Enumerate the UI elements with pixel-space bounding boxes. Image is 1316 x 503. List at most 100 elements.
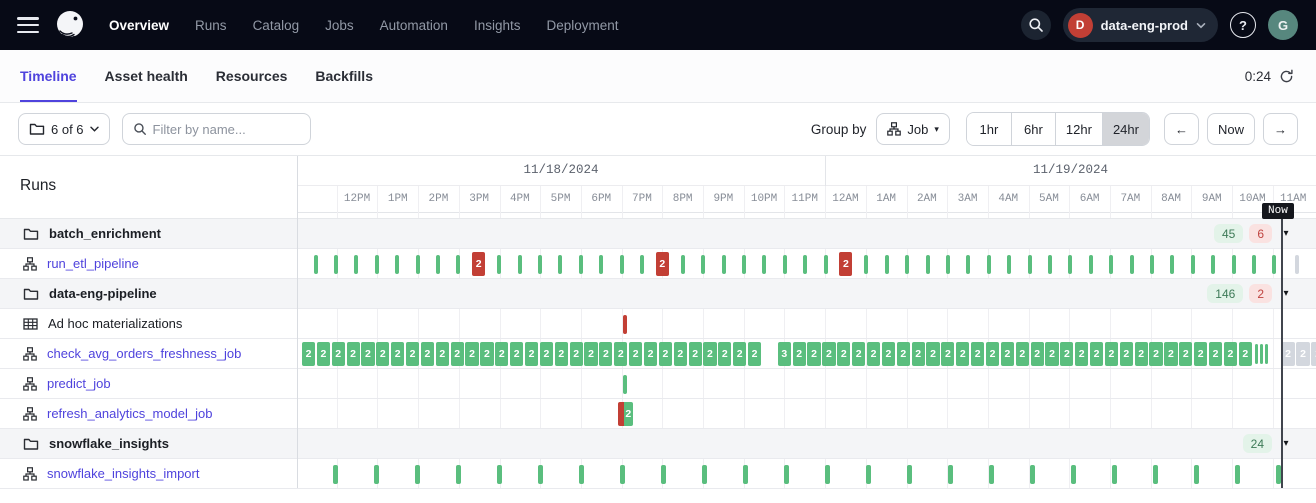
run-batch-marker[interactable]: 2 [450, 342, 464, 366]
run-batch-marker[interactable]: 2 [391, 342, 405, 366]
run-marker[interactable] [1088, 254, 1093, 274]
dagster-logo-icon[interactable] [53, 8, 87, 42]
range-6hr[interactable]: 6hr [1010, 113, 1055, 145]
run-batch-marker[interactable]: 2 [465, 342, 479, 366]
run-marker[interactable] [313, 254, 318, 274]
run-marker[interactable] [803, 254, 808, 274]
run-batch-marker[interactable]: 2 [643, 342, 658, 366]
run-marker[interactable] [823, 254, 828, 274]
run-batch-marker[interactable]: 2 [911, 342, 925, 366]
run-batch-marker[interactable]: 2 [1030, 342, 1044, 366]
run-marker[interactable] [599, 254, 604, 274]
expand-toggle[interactable]: ▾ [1277, 225, 1295, 243]
run-batch-marker[interactable]: 2 [376, 342, 390, 366]
expand-toggle[interactable]: ▾ [1277, 285, 1295, 303]
job-link[interactable]: check_avg_orders_freshness_job [47, 346, 241, 361]
run-marker[interactable] [864, 254, 869, 274]
run-batch-marker[interactable]: 2 [1194, 342, 1208, 366]
user-avatar[interactable]: G [1268, 10, 1298, 40]
run-batch-marker[interactable]: 2 [495, 342, 509, 366]
run-batch-marker[interactable]: 2 [301, 342, 316, 366]
run-batch-marker[interactable]: 2 [926, 342, 940, 366]
run-marker[interactable] [415, 254, 420, 274]
run-marker[interactable] [1152, 464, 1158, 484]
run-batch-marker[interactable]: 2 [480, 342, 494, 366]
run-marker[interactable] [517, 254, 522, 274]
run-batch-marker[interactable]: 2 [673, 342, 687, 366]
run-marker[interactable] [537, 464, 543, 484]
run-batch-marker[interactable]: 2 [941, 342, 955, 366]
run-marker[interactable] [435, 254, 440, 274]
expand-toggle[interactable]: ▾ [1277, 435, 1295, 453]
run-marker[interactable] [925, 254, 930, 274]
run-batch-marker[interactable]: 2 [1179, 342, 1193, 366]
run-marker[interactable] [623, 374, 627, 394]
run-marker[interactable] [783, 464, 789, 484]
run-marker[interactable] [865, 464, 871, 484]
run-marker[interactable] [1129, 254, 1134, 274]
run-batch-marker[interactable]: 2 [837, 342, 851, 366]
run-batch-marker[interactable]: 2 [658, 342, 672, 366]
job-link[interactable]: predict_job [47, 376, 111, 391]
run-batch-marker[interactable]: 2 [1149, 342, 1163, 366]
run-marker[interactable] [1295, 254, 1299, 274]
run-marker[interactable] [721, 254, 726, 274]
run-marker[interactable] [1211, 254, 1216, 274]
range-24hr[interactable]: 24hr [1101, 113, 1149, 145]
nav-item-jobs[interactable]: Jobs [325, 18, 354, 33]
refresh-icon[interactable] [1279, 69, 1294, 84]
run-batch-marker[interactable]: 2 [1164, 342, 1178, 366]
run-batch-marker[interactable]: 2 [1238, 342, 1252, 366]
run-marker[interactable] [1007, 254, 1012, 274]
run-marker[interactable] [986, 254, 991, 274]
run-batch-marker[interactable]: 2 [956, 342, 970, 366]
nav-item-overview[interactable]: Overview [109, 18, 169, 33]
run-marker[interactable] [1149, 254, 1154, 274]
run-batch-marker[interactable]: 2 [524, 342, 539, 366]
nav-item-insights[interactable]: Insights [474, 18, 521, 33]
run-marker[interactable] [333, 254, 338, 274]
run-marker[interactable] [1109, 254, 1114, 274]
run-batch-marker[interactable]: 2 [614, 342, 628, 366]
run-marker[interactable] [782, 254, 787, 274]
run-marker[interactable] [414, 464, 420, 484]
run-batch-marker[interactable]: 2 [472, 252, 486, 276]
run-batch-marker[interactable]: 2 [1223, 342, 1238, 366]
nav-item-catalog[interactable]: Catalog [253, 18, 300, 33]
run-marker[interactable] [680, 254, 685, 274]
run-marker[interactable] [1029, 464, 1035, 484]
run-marker[interactable] [558, 254, 563, 274]
run-marker[interactable] [1275, 464, 1281, 484]
run-marker[interactable] [455, 464, 461, 484]
jump-to-now-button[interactable]: Now [1206, 113, 1255, 145]
run-batch-marker[interactable]: 2 [839, 252, 853, 276]
run-batch-marker[interactable]: 2 [539, 342, 553, 366]
run-batch-marker[interactable]: 2 [420, 342, 435, 366]
run-batch-marker[interactable]: 2 [807, 342, 821, 366]
run-marker[interactable] [456, 254, 461, 274]
run-marker[interactable] [537, 254, 542, 274]
run-marker[interactable] [966, 254, 971, 274]
run-batch-marker[interactable]: 2 [346, 342, 360, 366]
run-batch-marker[interactable]: 2 [554, 342, 568, 366]
range-1hr[interactable]: 1hr [966, 113, 1011, 145]
run-batch-marker[interactable]: 2 [405, 342, 420, 366]
run-marker[interactable] [742, 464, 748, 484]
tab-timeline[interactable]: Timeline [20, 50, 77, 102]
run-marker[interactable] [906, 464, 912, 484]
deployment-switcher[interactable]: D data-eng-prod [1062, 8, 1218, 42]
run-batch-marker[interactable]: 2 [1296, 342, 1310, 366]
run-batch-marker[interactable]: 2 [971, 342, 985, 366]
run-marker[interactable] [1254, 344, 1259, 364]
search-button[interactable] [1020, 10, 1051, 40]
run-marker[interactable] [354, 254, 359, 274]
nav-item-automation[interactable]: Automation [380, 18, 448, 33]
run-batch-marker[interactable]: 2 [1015, 342, 1029, 366]
run-marker[interactable] [1190, 254, 1195, 274]
run-marker-mixed[interactable]: 2 [617, 402, 633, 426]
run-batch-marker[interactable]: 2 [569, 342, 583, 366]
page-back-button[interactable]: ← [1163, 113, 1199, 145]
run-marker[interactable] [824, 464, 830, 484]
run-marker[interactable] [496, 464, 502, 484]
job-link[interactable]: snowflake_insights_import [47, 466, 199, 481]
